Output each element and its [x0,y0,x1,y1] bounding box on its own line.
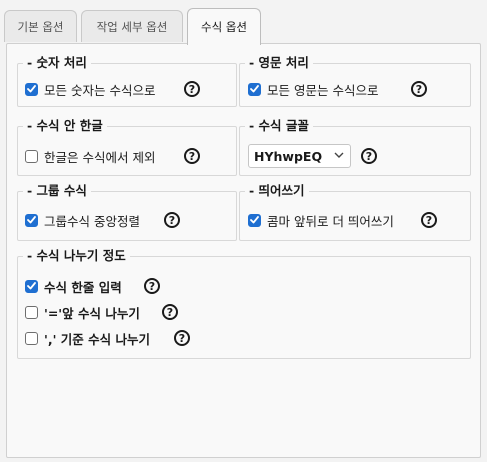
formula-split-title: - 수식 나누기 정도 [23,247,130,265]
exclude-hangul-label: 한글은 수식에서 제외 [44,149,156,165]
help-icon[interactable]: ? [411,81,427,97]
english-formula-checkbox[interactable] [248,82,261,96]
help-icon[interactable]: ? [174,330,190,346]
formula-options-panel: - 숫자 처리 모든 숫자는 수식으로 ? - 영문 처리 모든 영문는 수식으… [6,43,481,458]
single-line-input-checkbox[interactable] [25,279,38,293]
spacing-group: - 띄어쓰기 콤마 앞뒤로 더 띄어쓰기 ? [239,182,471,241]
formula-split-group: - 수식 나누기 정도 수식 한줄 입력 ? '='앞 수식 나누기 ? ','… [17,247,471,359]
hangul-in-formula-title: - 수식 안 한글 [23,117,107,135]
tab-basic-options[interactable]: 기본 옵션 [4,10,77,42]
tab-detail-options[interactable]: 작업 세부 옵션 [81,10,183,42]
split-before-equals-checkbox[interactable] [25,305,38,319]
help-icon[interactable]: ? [162,304,178,320]
spacing-title: - 띄어쓰기 [245,182,309,200]
split-by-comma-label: ',' 기준 수식 나누기 [44,331,150,347]
single-line-input-option[interactable]: 수식 한줄 입력 [25,276,122,296]
help-icon[interactable]: ? [361,148,377,164]
formula-font-title: - 수식 글꼴 [245,117,313,135]
help-icon[interactable]: ? [184,81,200,97]
exclude-hangul-checkbox[interactable] [25,149,38,163]
formula-font-group: - 수식 글꼴 HYhwpEQ ? [239,117,471,176]
group-center-align-label: 그룹수식 중앙정렬 [44,213,140,229]
group-center-align-option[interactable]: 그룹수식 중앙정렬 [25,210,140,230]
english-formula-label: 모든 영문는 수식으로 [267,82,379,98]
formula-font-select[interactable]: HYhwpEQ [248,144,351,168]
exclude-hangul-option[interactable]: 한글은 수식에서 제외 [25,146,155,166]
help-icon[interactable]: ? [164,212,180,228]
english-formula-option[interactable]: 모든 영문는 수식으로 [248,79,378,99]
english-handling-group: - 영문 처리 모든 영문는 수식으로 ? [239,54,471,107]
number-formula-option[interactable]: 모든 숫자는 수식으로 [25,79,155,99]
group-formula-title: - 그룹 수식 [23,182,91,200]
split-before-equals-label: '='앞 수식 나누기 [44,305,140,321]
number-formula-label: 모든 숫자는 수식으로 [44,82,156,98]
group-formula-group: - 그룹 수식 그룹수식 중앙정렬 ? [17,182,237,241]
help-icon[interactable]: ? [421,212,437,228]
comma-spacing-option[interactable]: 콤마 앞뒤로 더 띄어쓰기 [248,210,394,230]
tab-bar: 기본 옵션 작업 세부 옵션 수식 옵션 [0,0,487,45]
formula-font-value: HYhwpEQ [254,148,323,164]
chevron-down-icon [334,152,344,158]
group-center-align-checkbox[interactable] [25,213,38,227]
number-handling-title: - 숫자 처리 [23,54,91,72]
comma-spacing-label: 콤마 앞뒤로 더 띄어쓰기 [267,213,394,229]
english-handling-title: - 영문 처리 [245,54,313,72]
help-icon[interactable]: ? [144,278,160,294]
number-handling-group: - 숫자 처리 모든 숫자는 수식으로 ? [17,54,237,107]
split-before-equals-option[interactable]: '='앞 수식 나누기 [25,302,140,322]
split-by-comma-checkbox[interactable] [25,331,38,345]
help-icon[interactable]: ? [184,148,200,164]
hangul-in-formula-group: - 수식 안 한글 한글은 수식에서 제외 ? [17,117,237,176]
single-line-input-label: 수식 한줄 입력 [44,279,122,295]
tab-formula-options[interactable]: 수식 옵션 [187,8,261,45]
comma-spacing-checkbox[interactable] [248,213,261,227]
split-by-comma-option[interactable]: ',' 기준 수식 나누기 [25,328,150,348]
number-formula-checkbox[interactable] [25,82,38,96]
